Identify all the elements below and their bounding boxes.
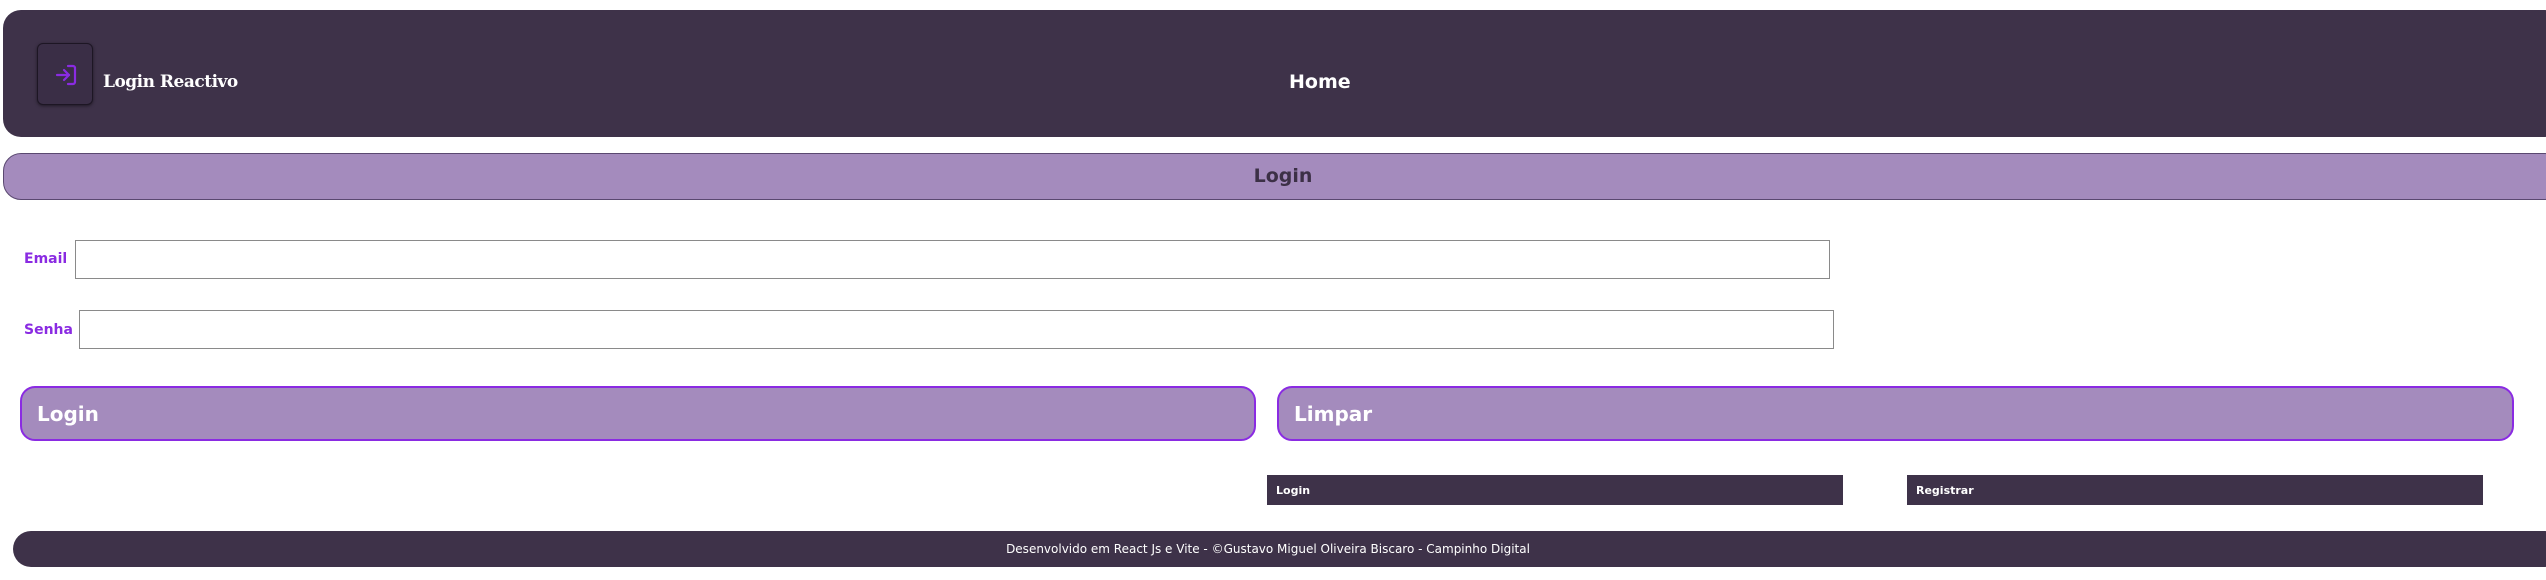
password-label: Senha [24,322,73,338]
login-arrow-icon [55,64,77,86]
email-label: Email [24,251,68,267]
login-button[interactable]: Login [20,386,1256,441]
password-field[interactable] [79,310,1834,349]
brand-title: Login Reactivo [103,72,238,92]
register-link-button[interactable]: Registrar [1907,475,2483,505]
app-header: Login Reactivo Home [3,10,2546,137]
clear-button[interactable]: Limpar [1277,386,2514,441]
nav-home-link[interactable]: Home [1289,71,1351,93]
app-footer: Desenvolvido em React Js e Vite - ©Gusta… [13,531,2546,567]
footer-text: Desenvolvido em React Js e Vite - ©Gusta… [1006,542,1530,556]
email-field[interactable] [75,240,1830,279]
logo-button[interactable] [37,43,93,105]
page-title: Login [3,153,2546,200]
login-link-button[interactable]: Login [1267,475,1843,505]
